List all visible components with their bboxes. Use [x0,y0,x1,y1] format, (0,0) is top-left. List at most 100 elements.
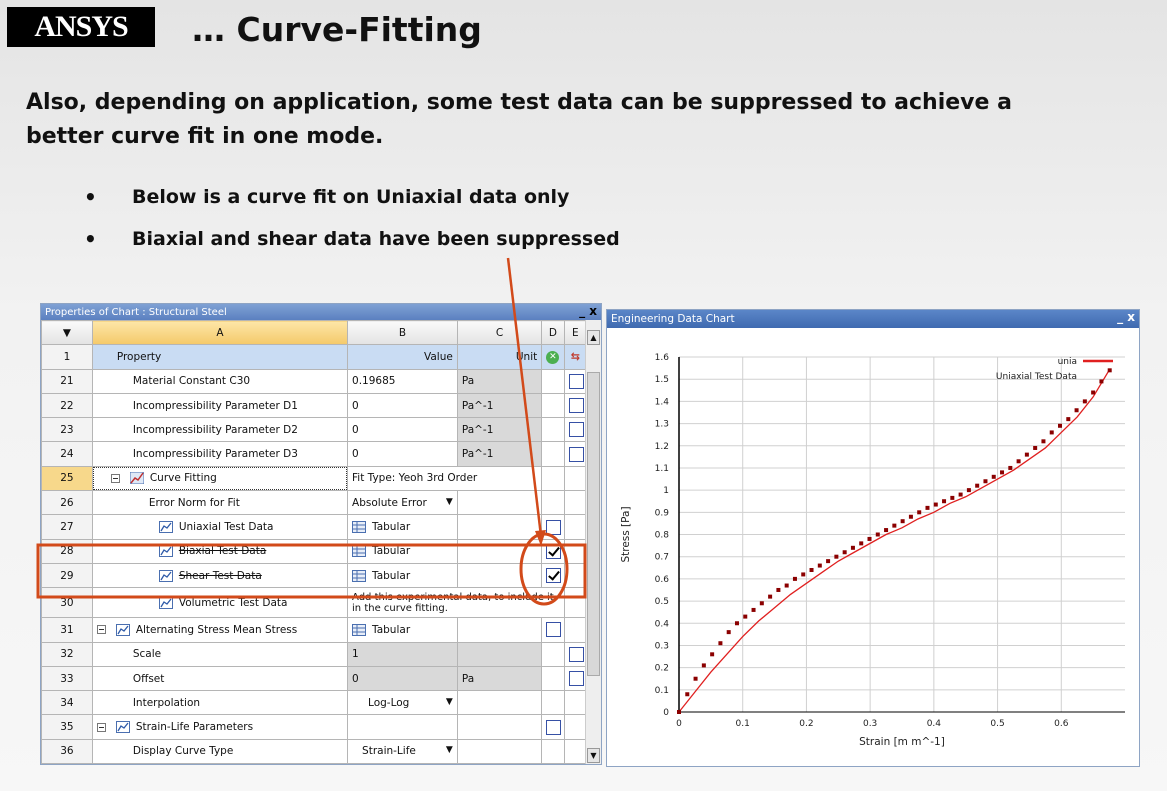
table-row[interactable]: 36 Display Curve Type Strain-Life ▼ [41,738,588,764]
vertical-scrollbar[interactable]: ▲ ▼ [585,320,601,764]
data-point [784,583,789,588]
suppress-checkbox[interactable] [546,622,562,638]
property-header-row: 1 Property Value Unit ✕ ⇆ [41,344,588,370]
test-data-icon [158,569,173,582]
data-point [842,550,847,555]
suppress-checkbox[interactable] [546,719,562,735]
scroll-down-icon[interactable]: ▼ [587,748,600,763]
bullet-item: • Biaxial and shear data have been suppre… [84,227,620,251]
table-row[interactable]: 32 Scale 1 [41,641,588,667]
logo-text: ANSYS [34,10,128,43]
data-point [991,474,996,479]
properties-table: ▼ A B C D E 1 Property Value Unit ✕ ⇆ 21… [41,319,588,764]
parameter-checkbox[interactable] [568,422,584,438]
suppress-checkbox-shear[interactable] [546,568,562,584]
table-row[interactable]: 34 Interpolation Log-Log ▼ [41,690,588,716]
y-tick-label: 1.3 [655,420,669,430]
parameter-checkbox[interactable] [568,446,584,462]
data-point [850,545,855,550]
curve-fitting-icon [129,472,144,485]
table-row[interactable]: 28 Biaxial Test Data Tabular [41,538,588,564]
column-a-header[interactable]: A [91,319,349,346]
properties-title-bar[interactable]: Properties of Chart : Structural Steel _… [41,304,601,320]
table-row[interactable]: 29 Shear Test Data Tabular [41,562,588,589]
table-row[interactable]: 21 Material Constant C30 0.19685 Pa [41,368,588,394]
error-norm-dropdown[interactable]: Absolute Error ▼ [347,490,458,516]
table-icon [352,545,367,558]
x-axis-label: Strain [m m^-1] [859,736,945,748]
table-row[interactable]: 22 Incompressibility Parameter D1 0 Pa^-… [41,392,588,419]
table-row[interactable]: 27 Uniaxial Test Data Tabular [41,514,588,540]
data-point [975,483,980,488]
table-row[interactable]: 23 Incompressibility Parameter D2 0 Pa^-… [41,417,588,443]
table-row[interactable]: 31 Alternating Stress Mean Stress Tabula… [41,617,588,643]
window-controls[interactable]: _ x [1117,310,1135,324]
parameter-checkbox[interactable] [568,646,584,662]
collapse-icon[interactable] [110,473,120,483]
data-point [776,587,781,592]
data-point [693,676,698,681]
column-b-header[interactable]: B [347,319,458,346]
table-row[interactable]: 26 Error Norm for Fit Absolute Error ▼ [41,490,588,516]
data-point [1008,465,1013,470]
data-point [677,710,681,714]
y-tick-label: 0.6 [655,575,670,585]
parameter-checkbox[interactable] [568,373,584,389]
parameter-checkbox[interactable] [568,671,584,686]
bullet-list: • Below is a curve fit on Uniaxial data o… [84,176,620,260]
x-tick-label: 0.6 [1054,719,1069,729]
data-point [859,541,864,546]
intro-text: Also, depending on application, some tes… [26,90,1012,149]
curve-type-dropdown[interactable]: Strain-Life ▼ [347,738,458,764]
column-c-header[interactable]: C [456,319,543,346]
collapse-icon[interactable] [96,722,106,732]
data-point [1091,390,1096,395]
collapse-icon[interactable] [96,625,106,635]
properties-window: Properties of Chart : Structural Steel _… [40,303,602,765]
data-point [734,621,739,626]
y-tick-label: 0.7 [655,553,669,563]
data-point [1049,430,1054,435]
table-icon [352,569,367,582]
test-data-icon [115,623,130,636]
window-controls[interactable]: _ x [579,304,597,318]
column-e-header[interactable]: E [563,319,588,346]
chart-title-bar[interactable]: Engineering Data Chart _ x [607,310,1139,328]
data-point [826,559,831,564]
data-point [710,652,715,657]
data-point [875,532,880,537]
table-row[interactable]: 30 Volumetric Test Data Add this experim… [41,587,588,619]
interpolation-dropdown[interactable]: Log-Log ▼ [347,690,458,716]
x-tick-label: 0.4 [927,719,942,729]
column-header-row: ▼ A B C D E [41,319,588,346]
suppress-checkbox-uniaxial[interactable] [546,519,562,535]
table-row[interactable]: 35 Strain-Life Parameters [41,714,588,740]
x-tick-label: 0.1 [736,719,750,729]
data-point [892,523,897,528]
select-all-dropdown[interactable]: ▼ [41,319,93,346]
data-point [966,488,971,493]
y-tick-label: 0.1 [655,686,669,696]
scroll-thumb[interactable] [587,372,600,676]
column-d-header[interactable]: D [541,319,565,346]
test-data-icon [158,545,173,558]
table-row-curve-fitting[interactable]: 25 Curve Fitting Fit Type: Yeoh 3rd Orde… [41,465,588,492]
table-row[interactable]: 24 Incompressibility Parameter D3 0 Pa^-… [41,441,588,467]
data-point [958,492,963,497]
suppress-checkbox-biaxial[interactable] [546,543,562,559]
scroll-up-icon[interactable]: ▲ [587,330,600,345]
data-point [1066,417,1071,422]
data-point [701,663,706,668]
data-point [933,502,938,507]
parameter-checkbox[interactable] [568,398,584,414]
data-point [834,554,839,559]
chart-window: Engineering Data Chart _ x 0 0.1 0.2 0.3 0.4… [606,309,1140,767]
data-point [759,601,764,606]
table-icon [352,521,367,534]
y-tick-label: 1 [663,486,669,496]
y-axis-label: Stress [Pa] [620,506,632,562]
table-row[interactable]: 33 Offset 0 Pa [41,665,588,692]
y-tick-label: 0.4 [655,619,670,629]
data-point [900,519,905,524]
table-icon [352,623,367,636]
